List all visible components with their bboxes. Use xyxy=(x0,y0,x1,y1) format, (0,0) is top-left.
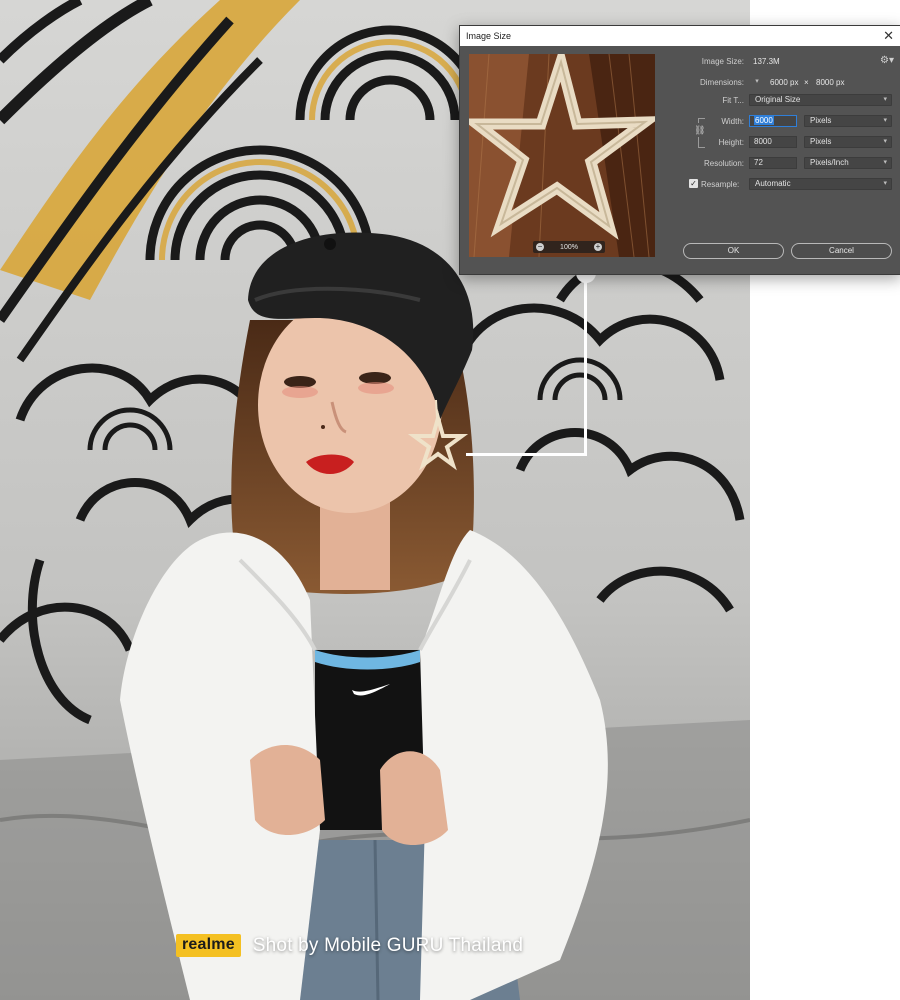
ok-button[interactable]: OK xyxy=(683,243,784,259)
resolution-value: 72 xyxy=(754,158,763,167)
fit-to-select[interactable]: Original Size ▾ xyxy=(749,94,892,106)
dialog-title: Image Size xyxy=(466,31,512,41)
gear-icon[interactable]: ⚙▾ xyxy=(880,55,894,66)
resolution-input[interactable]: 72 xyxy=(749,157,797,169)
chevron-down-icon: ▾ xyxy=(883,96,887,103)
image-size-label: Image Size: xyxy=(701,57,744,66)
resample-label: Resample: xyxy=(701,180,740,189)
preview-zoom-bar: − 100% + xyxy=(533,241,605,253)
chevron-down-icon: ▾ xyxy=(883,180,887,187)
resample-select[interactable]: Automatic ▾ xyxy=(749,178,892,190)
width-unit: Pixels xyxy=(810,116,832,125)
chevron-down-icon: ▾ xyxy=(883,117,887,124)
width-label: Width: xyxy=(721,117,744,126)
image-size-dialog: Image Size ✕ − 100% + Image Size: 137.3M… xyxy=(459,25,900,275)
width-input[interactable]: 6000 xyxy=(749,115,797,127)
dimensions-height: 8000 px xyxy=(816,78,845,87)
resolution-unit: Pixels/Inch xyxy=(810,158,849,167)
dialog-titlebar[interactable]: Image Size ✕ xyxy=(460,26,900,46)
height-input[interactable]: 8000 xyxy=(749,136,797,148)
width-unit-select[interactable]: Pixels ▾ xyxy=(804,115,892,127)
callout-line-horizontal xyxy=(466,453,587,456)
height-label: Height: xyxy=(718,138,744,147)
resolution-unit-select[interactable]: Pixels/Inch ▾ xyxy=(804,157,892,169)
cancel-button[interactable]: Cancel xyxy=(791,243,892,259)
zoom-out-icon[interactable]: − xyxy=(536,243,544,251)
resample-value: Automatic xyxy=(755,179,791,188)
preview-illustration xyxy=(469,54,655,257)
dimensions-separator: × xyxy=(804,78,809,87)
realme-logo: realme xyxy=(176,934,241,957)
watermark: realme Shot by Mobile GURU Thailand xyxy=(176,934,523,957)
fit-to-value: Original Size xyxy=(755,95,801,104)
fit-to-label: Fit T... xyxy=(722,96,744,105)
width-value: 6000 xyxy=(754,116,774,125)
image-preview[interactable]: − 100% + xyxy=(469,54,655,257)
image-size-value: 137.3M xyxy=(753,57,780,66)
height-unit-select[interactable]: Pixels ▾ xyxy=(804,136,892,148)
dimensions-label: Dimensions: xyxy=(699,78,744,87)
chevron-down-icon: ▾ xyxy=(883,138,887,145)
watermark-text: Shot by Mobile GURU Thailand xyxy=(252,934,524,956)
height-value: 8000 xyxy=(754,137,772,146)
zoom-in-icon[interactable]: + xyxy=(594,243,602,251)
close-icon[interactable]: ✕ xyxy=(883,28,894,44)
dimensions-width: 6000 px xyxy=(770,78,799,87)
link-icon[interactable]: ⛓ xyxy=(694,123,705,137)
resolution-label: Resolution: xyxy=(703,159,744,168)
callout-line-vertical xyxy=(584,278,587,456)
chevron-down-icon: ▾ xyxy=(883,159,887,166)
height-unit: Pixels xyxy=(810,137,832,146)
resample-checkbox[interactable]: ✓ xyxy=(689,179,698,188)
zoom-level: 100% xyxy=(560,243,578,251)
dimensions-chevron-down-icon[interactable]: ▾ xyxy=(752,77,762,87)
